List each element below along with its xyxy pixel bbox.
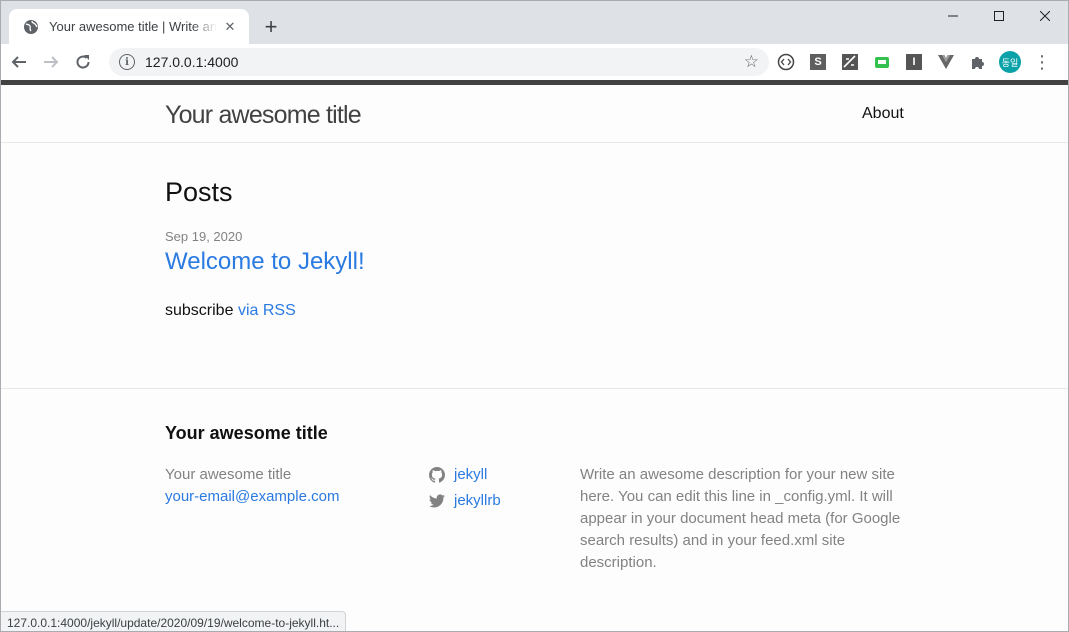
footer-social: jekyll jekyllrb xyxy=(429,462,501,514)
twitter-username-link[interactable]: jekyllrb xyxy=(454,488,501,514)
minimize-button[interactable] xyxy=(930,1,976,31)
window-close-button[interactable] xyxy=(1022,1,1068,31)
site-description: Write an awesome description for your ne… xyxy=(580,466,901,571)
bookmark-star-icon[interactable]: ☆ xyxy=(744,52,759,72)
github-username-link[interactable]: jekyll xyxy=(454,462,487,488)
address-bar[interactable]: i 127.0.0.1:4000 ☆ xyxy=(109,48,769,76)
forward-arrow-icon xyxy=(44,56,59,68)
tab-strip: Your awesome title | Write an awesome de… xyxy=(1,1,1068,44)
forward-button[interactable] xyxy=(37,48,65,76)
site-info-icon[interactable]: i xyxy=(119,54,135,70)
site-footer: Your awesome title Your awesome title yo… xyxy=(1,388,1068,631)
browser-toolbar: i 127.0.0.1:4000 ☆ S I 동일 ⋮ xyxy=(1,44,1068,80)
code-icon[interactable] xyxy=(770,50,802,74)
puzzle-tools-icon[interactable] xyxy=(834,50,866,74)
site-header: Your awesome title About xyxy=(1,85,1068,143)
back-button[interactable] xyxy=(5,48,33,76)
browser-window: Your awesome title | Write an awesome de… xyxy=(0,0,1069,632)
tab-title: Your awesome title | Write an awesome de… xyxy=(49,19,217,34)
github-icon xyxy=(429,467,445,483)
rss-link[interactable]: via RSS xyxy=(238,302,296,319)
twitter-icon xyxy=(429,493,445,509)
browser-tab[interactable]: Your awesome title | Write an awesome de… xyxy=(9,9,249,44)
new-tab-button[interactable]: + xyxy=(259,15,283,39)
i-extension-icon[interactable]: I xyxy=(898,50,930,74)
menu-kebab-icon[interactable]: ⋮ xyxy=(1026,50,1058,74)
social-github[interactable]: jekyll xyxy=(429,462,501,488)
reload-button[interactable] xyxy=(69,48,97,76)
profile-avatar[interactable]: 동일 xyxy=(994,50,1026,74)
footer-name: Your awesome title xyxy=(165,466,292,483)
posts-heading: Posts xyxy=(165,177,233,207)
social-twitter[interactable]: jekyllrb xyxy=(429,488,501,514)
vue-icon[interactable] xyxy=(930,50,962,74)
extensions-puzzle-icon[interactable] xyxy=(962,50,994,74)
green-screen-icon[interactable] xyxy=(866,50,898,74)
url-text[interactable]: 127.0.0.1:4000 xyxy=(145,54,744,70)
footer-contact: Your awesome title your-email@example.co… xyxy=(165,464,339,508)
nav-about-link[interactable]: About xyxy=(862,105,904,123)
close-tab-icon[interactable]: ✕ xyxy=(221,18,239,36)
post-title-link[interactable]: Welcome to Jekyll! xyxy=(165,248,905,276)
footer-email-link[interactable]: your-email@example.com xyxy=(165,486,339,508)
back-arrow-icon xyxy=(11,56,26,68)
maximize-button[interactable] xyxy=(976,1,1022,31)
web-page: Your awesome title About Posts Sep 19, 2… xyxy=(1,80,1068,631)
main-content: Posts Sep 19, 2020 Welcome to Jekyll! su… xyxy=(165,143,905,320)
s-extension-icon[interactable]: S xyxy=(802,50,834,74)
subscribe-line: subscribe via RSS xyxy=(165,302,905,320)
link-status-bar: 127.0.0.1:4000/jekyll/update/2020/09/19/… xyxy=(1,611,347,631)
globe-icon xyxy=(23,19,39,35)
post-date: Sep 19, 2020 xyxy=(165,229,243,244)
reload-icon xyxy=(76,55,90,69)
extensions-area: S I 동일 ⋮ xyxy=(770,50,1058,74)
footer-heading: Your awesome title xyxy=(165,423,328,443)
subscribe-text: subscribe xyxy=(165,302,234,319)
site-title-link[interactable]: Your awesome title xyxy=(165,101,362,130)
